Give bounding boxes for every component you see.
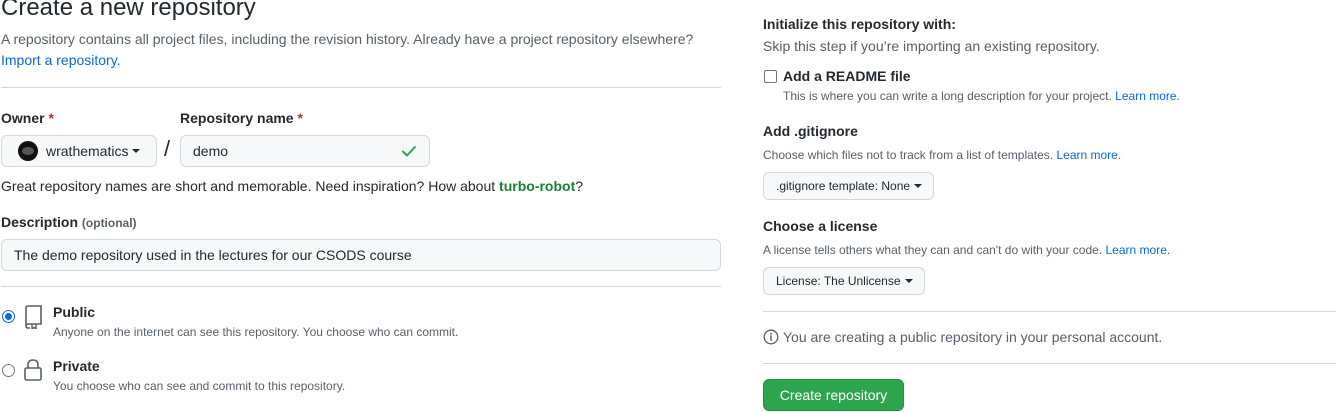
chevron-down-icon — [904, 279, 913, 283]
readme-label[interactable]: Add a README file — [783, 68, 911, 84]
private-description: You choose who can see and commit to thi… — [53, 379, 346, 393]
description-label: Description (optional) — [1, 214, 137, 230]
gitignore-title: Add .gitignore — [763, 123, 858, 139]
license-title: Choose a license — [763, 218, 878, 234]
info-icon — [763, 329, 779, 345]
subtitle-text: A repository contains all project files,… — [1, 31, 694, 47]
gitignore-learn-more-link[interactable]: Learn more. — [1056, 148, 1121, 162]
divider — [763, 311, 1336, 312]
chevron-down-icon — [914, 184, 923, 188]
description-input[interactable]: The demo repository used in the lectures… — [1, 239, 721, 271]
repo-name-value: demo — [193, 143, 229, 159]
license-label: License: The Unlicense — [776, 274, 901, 288]
suggested-name[interactable]: turbo-robot — [499, 178, 575, 194]
chevron-down-icon — [132, 149, 141, 153]
repo-name-label: Repository name * — [180, 110, 303, 126]
owner-value: wrathematics — [46, 143, 129, 159]
readme-learn-more-link[interactable]: Learn more. — [1115, 89, 1180, 103]
repo-name-input[interactable]: demo — [180, 135, 430, 167]
page-subtitle: A repository contains all project files,… — [1, 29, 716, 71]
page-title: Create a new repository — [1, 0, 256, 21]
owner-repo-separator: / — [164, 136, 171, 161]
public-radio[interactable] — [2, 310, 15, 323]
owner-label: Owner * — [1, 110, 54, 126]
name-suggestion: Great repository names are short and mem… — [1, 178, 584, 194]
create-repository-button[interactable]: Create repository — [763, 379, 904, 411]
avatar — [18, 141, 38, 161]
readme-checkbox[interactable] — [764, 70, 777, 83]
public-notice: You are creating a public repository in … — [783, 329, 1163, 345]
owner-select[interactable]: wrathematics — [1, 135, 157, 167]
gitignore-template-select[interactable]: .gitignore template: None — [763, 172, 934, 200]
public-description: Anyone on the internet can see this repo… — [53, 325, 459, 339]
public-label[interactable]: Public — [53, 304, 95, 320]
private-radio[interactable] — [2, 364, 15, 377]
init-title: Initialize this repository with: — [763, 16, 956, 32]
divider — [763, 363, 1336, 364]
divider — [1, 87, 721, 88]
import-repository-link[interactable]: Import a repository. — [1, 52, 121, 68]
description-value: The demo repository used in the lectures… — [14, 247, 412, 263]
private-label[interactable]: Private — [53, 358, 100, 374]
optional-hint: (optional) — [81, 216, 137, 230]
license-select[interactable]: License: The Unlicense — [763, 267, 925, 295]
repo-icon — [25, 305, 42, 329]
divider — [1, 286, 721, 287]
license-learn-more-link[interactable]: Learn more. — [1106, 243, 1171, 257]
check-icon — [402, 146, 416, 157]
license-description: A license tells others what they can and… — [763, 243, 1171, 257]
init-subtitle: Skip this step if you’re importing an ex… — [763, 38, 1100, 54]
gitignore-description: Choose which files not to track from a l… — [763, 148, 1122, 162]
readme-description: This is where you can write a long descr… — [783, 89, 1180, 103]
lock-icon — [24, 359, 42, 381]
gitignore-template-label: .gitignore template: None — [776, 179, 911, 193]
